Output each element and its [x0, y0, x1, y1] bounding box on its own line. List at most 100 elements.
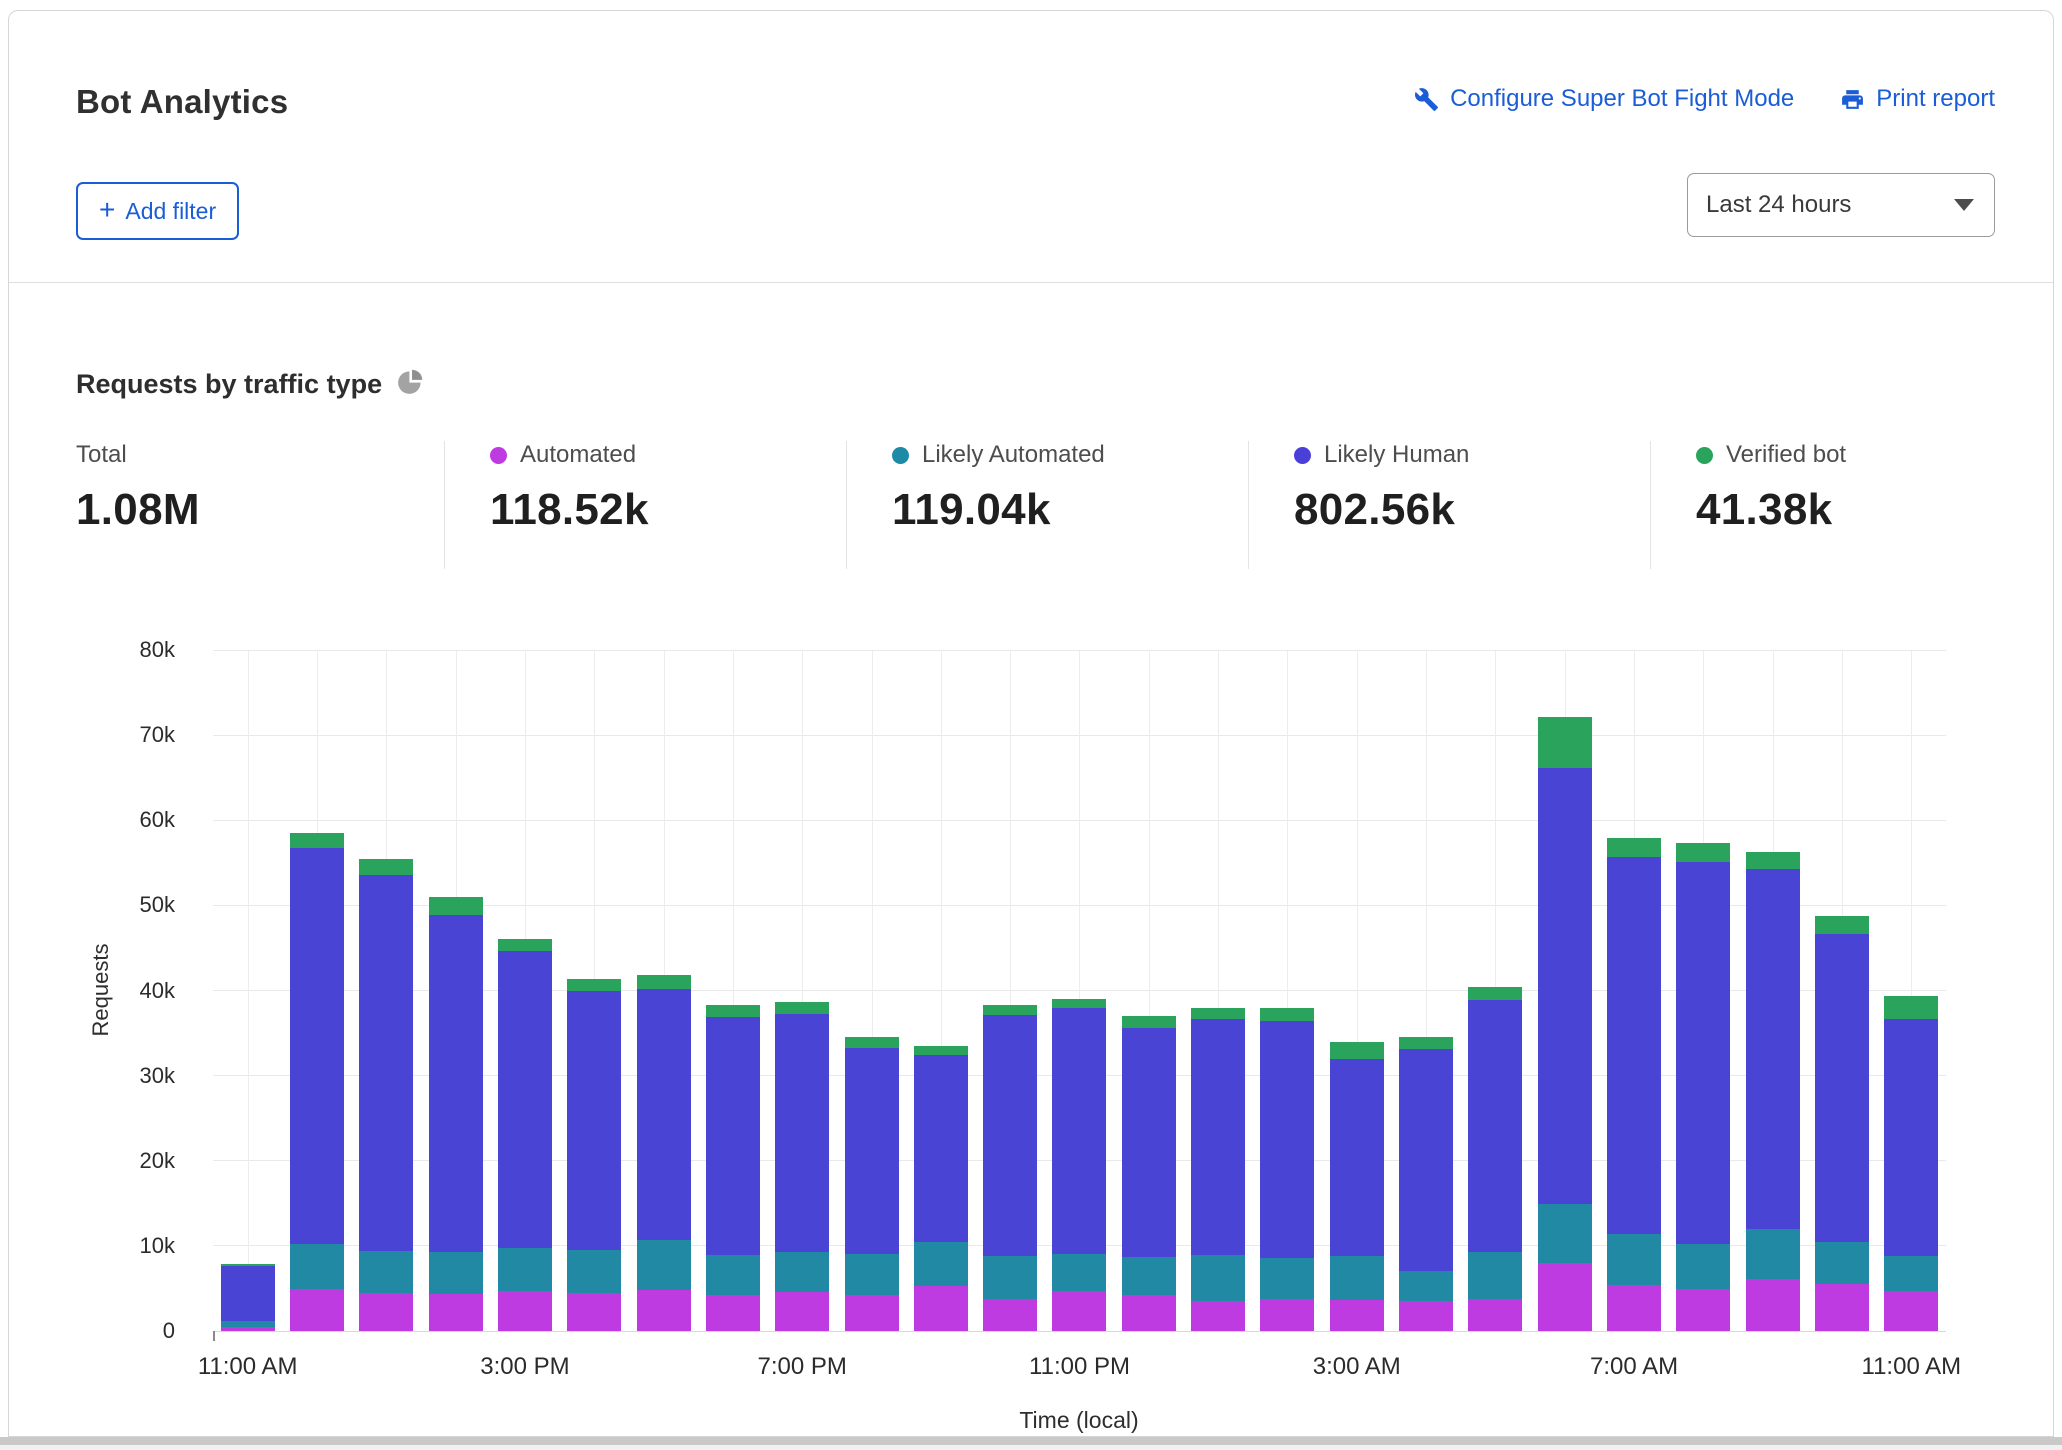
segment-likely-human [498, 951, 552, 1247]
segment-likely-human [845, 1048, 899, 1254]
bar-12-00-pm[interactable] [290, 833, 344, 1331]
segment-automated [983, 1299, 1037, 1331]
bar-slot-6 [629, 650, 698, 1331]
segment-likely-human [1399, 1049, 1453, 1270]
bar-11-00-am[interactable] [221, 1264, 275, 1331]
x-tick-20: 7:00 AM [1590, 1353, 1678, 1381]
y-tick-20k: 20k [140, 1148, 175, 1174]
time-range-value: Last 24 hours [1706, 191, 1851, 219]
stat-label: Verified bot [1726, 441, 1846, 469]
bar-1-00-am[interactable] [1191, 1008, 1245, 1331]
requests-chart [213, 650, 1946, 1331]
bar-slot-7 [698, 650, 767, 1331]
bar-9-00-pm[interactable] [914, 1046, 968, 1331]
stat-total[interactable]: Total1.08M [76, 441, 444, 569]
segment-automated [1815, 1284, 1869, 1331]
x-tick-4: 3:00 PM [480, 1353, 569, 1381]
segment-automated [1607, 1285, 1661, 1331]
bar-6-00-pm[interactable] [706, 1005, 760, 1331]
segment-automated [914, 1286, 968, 1331]
bar-11-00-pm[interactable] [1052, 999, 1106, 1331]
bar-5-00-am[interactable] [1468, 987, 1522, 1331]
bar-8-00-pm[interactable] [845, 1037, 899, 1331]
stat-label: Automated [520, 441, 636, 469]
segment-verified-bot [290, 833, 344, 847]
y-tick-60k: 60k [140, 807, 175, 833]
segment-likely-human [429, 915, 483, 1252]
segment-likely-automated [1468, 1252, 1522, 1299]
segment-verified-bot [706, 1005, 760, 1017]
page-title: Bot Analytics [76, 83, 288, 121]
segment-likely-automated [1815, 1242, 1869, 1284]
bar-slot-13 [1114, 650, 1183, 1331]
x-tick-0: 11:00 AM [198, 1353, 298, 1381]
legend-dot [892, 447, 909, 464]
segment-automated [845, 1295, 899, 1331]
bar-2-00-am[interactable] [1260, 1008, 1314, 1331]
segment-likely-automated [1122, 1257, 1176, 1295]
bar-11-00-am[interactable] [1884, 996, 1938, 1331]
segment-automated [1330, 1300, 1384, 1331]
stat-automated[interactable]: Automated118.52k [444, 441, 846, 569]
gridline-y-0 [213, 1331, 1946, 1332]
segment-likely-human [637, 989, 691, 1240]
segment-likely-human [914, 1055, 968, 1242]
bar-6-00-am[interactable] [1538, 717, 1592, 1331]
configure-super-bot-fight-mode-link[interactable]: Configure Super Bot Fight Mode [1414, 85, 1794, 113]
bar-12-00-am[interactable] [1122, 1016, 1176, 1331]
y-tick-10k: 10k [140, 1233, 175, 1259]
segment-likely-automated [1260, 1258, 1314, 1299]
segment-likely-automated [1538, 1204, 1592, 1263]
segment-likely-human [706, 1017, 760, 1255]
bar-10-00-am[interactable] [1815, 916, 1869, 1331]
segment-likely-human [1468, 1000, 1522, 1252]
segment-verified-bot [1052, 999, 1106, 1008]
bar-4-00-am[interactable] [1399, 1037, 1453, 1332]
segment-automated [429, 1294, 483, 1331]
segment-automated [221, 1327, 275, 1331]
bar-9-00-am[interactable] [1746, 852, 1800, 1331]
bar-slot-14 [1183, 650, 1252, 1331]
segment-verified-bot [637, 975, 691, 989]
bar-5-00-pm[interactable] [637, 975, 691, 1331]
bar-slot-17 [1391, 650, 1460, 1331]
segment-likely-human [1052, 1008, 1106, 1255]
time-range-select[interactable]: Last 24 hours [1687, 173, 1995, 237]
bar-7-00-am[interactable] [1607, 838, 1661, 1331]
stat-label: Likely Automated [922, 441, 1105, 469]
bar-slot-16 [1322, 650, 1391, 1331]
x-axis-origin-tick [213, 1331, 215, 1341]
stat-likely-human[interactable]: Likely Human802.56k [1248, 441, 1650, 569]
segment-likely-human [1815, 934, 1869, 1242]
segment-likely-human [1884, 1019, 1938, 1256]
bar-8-00-am[interactable] [1676, 843, 1730, 1331]
segment-likely-automated [983, 1256, 1037, 1299]
bar-4-00-pm[interactable] [567, 979, 621, 1331]
y-axis-label: Requests [88, 944, 114, 1037]
y-tick-50k: 50k [140, 892, 175, 918]
stat-verified-bot[interactable]: Verified bot41.38k [1650, 441, 2052, 569]
bar-7-00-pm[interactable] [775, 1002, 829, 1331]
gridline-x [248, 650, 249, 1331]
print-report-link[interactable]: Print report [1840, 85, 1995, 113]
segment-likely-automated [775, 1252, 829, 1292]
bar-10-00-pm[interactable] [983, 1005, 1037, 1331]
stat-likely-automated[interactable]: Likely Automated119.04k [846, 441, 1248, 569]
segment-likely-automated [1399, 1271, 1453, 1302]
bar-slot-12 [1045, 650, 1114, 1331]
add-filter-button[interactable]: + Add filter [76, 182, 239, 240]
segment-automated [359, 1293, 413, 1331]
segment-verified-bot [1538, 717, 1592, 768]
bar-2-00-pm[interactable] [429, 897, 483, 1331]
segment-automated [637, 1290, 691, 1331]
bar-1-00-pm[interactable] [359, 859, 413, 1331]
segment-automated [706, 1295, 760, 1331]
segment-automated [1122, 1295, 1176, 1331]
segment-likely-human [1538, 768, 1592, 1204]
stat-label: Likely Human [1324, 441, 1469, 469]
bar-3-00-am[interactable] [1330, 1042, 1384, 1331]
segment-verified-bot [359, 859, 413, 875]
bar-3-00-pm[interactable] [498, 939, 552, 1331]
segment-automated [498, 1291, 552, 1331]
bar-slot-23 [1807, 650, 1876, 1331]
